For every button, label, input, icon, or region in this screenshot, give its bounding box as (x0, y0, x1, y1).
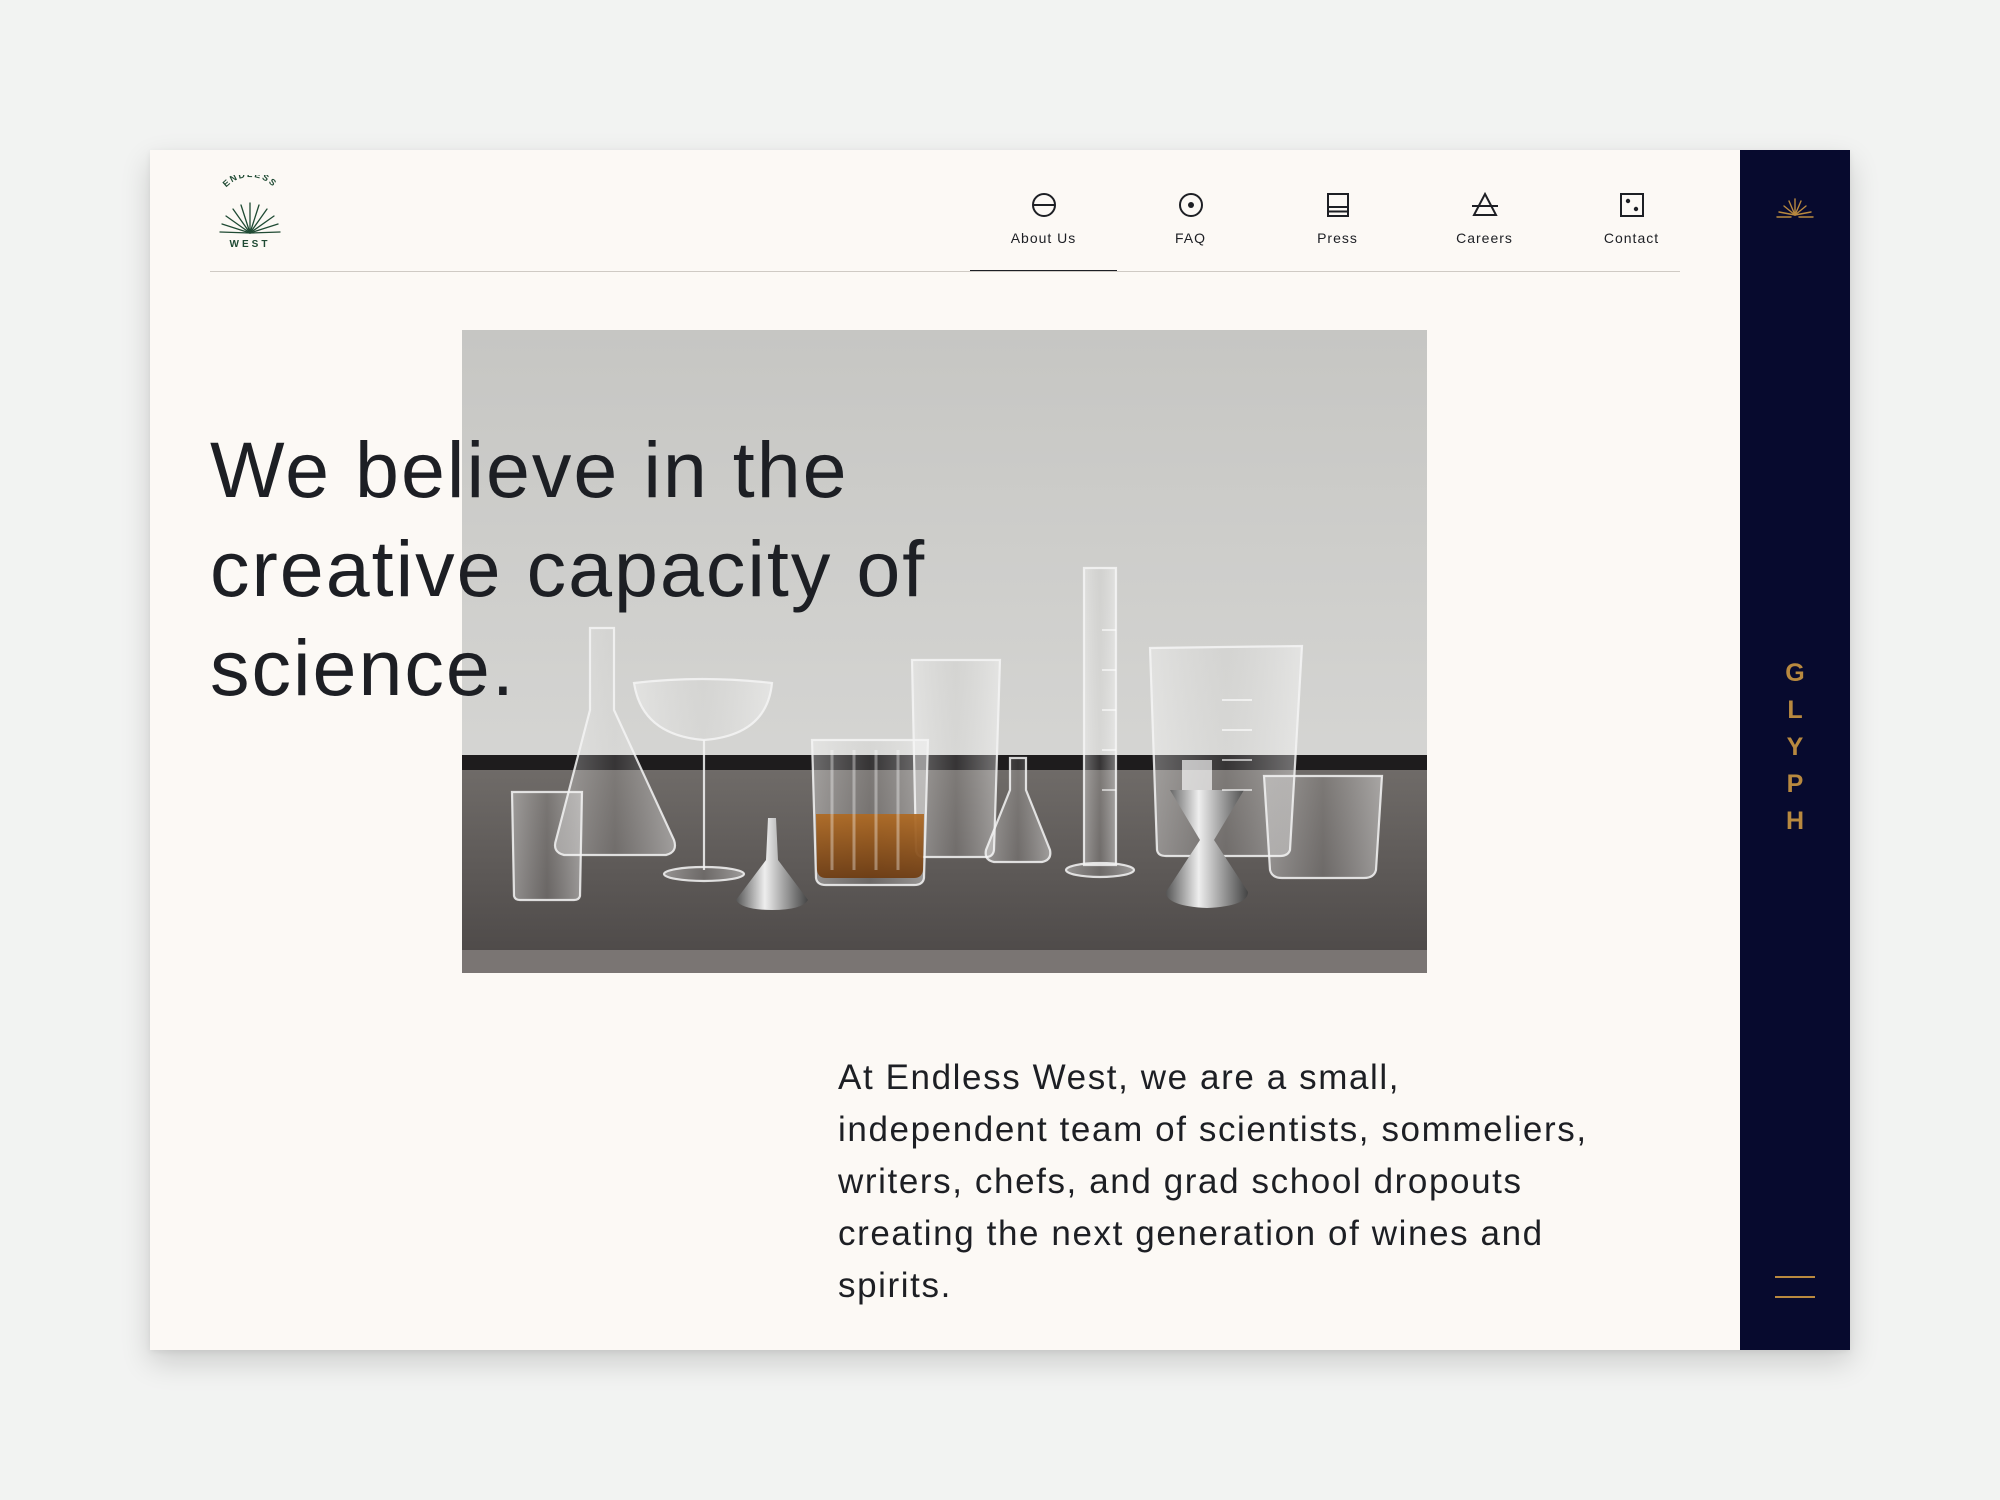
svg-text:ENDLESS: ENDLESS (221, 175, 280, 189)
hero-headline: We believe in the creative capacity of s… (210, 425, 927, 712)
glyph-letter: L (1787, 696, 1803, 724)
nav-item-about-us[interactable]: About Us (970, 190, 1117, 272)
nav-label-faq: FAQ (1174, 230, 1206, 246)
intro-paragraph: At Endless West, we are a small, indepen… (838, 1058, 1588, 1305)
circle-horizontal-line-icon (1031, 193, 1056, 217)
nav-label-about-us: About Us (1010, 230, 1077, 246)
hamburger-menu-icon[interactable] (1775, 1272, 1815, 1302)
logo-bottom-text: WEST (230, 239, 271, 250)
glyph-vertical-wordmark: G L Y P H (1740, 655, 1850, 840)
triangle-crossed-icon (1471, 191, 1498, 216)
endless-west-logo[interactable]: ENDLESS WEST (210, 175, 290, 250)
square-dots-icon (1619, 193, 1644, 217)
logo-top-text: ENDLESS (221, 175, 278, 189)
circle-dot-icon (1178, 193, 1203, 217)
nav-divider (210, 271, 1680, 272)
main-navigation: About Us FAQ Press Careers Contact (970, 190, 1705, 272)
nav-label-contact: Contact (1603, 230, 1660, 246)
glyph-letter: P (1786, 770, 1804, 798)
browser-window: ENDLESS WEST (150, 150, 1850, 1350)
nav-item-contact[interactable]: Contact (1558, 190, 1705, 272)
nav-item-faq[interactable]: FAQ (1117, 190, 1264, 272)
nav-item-careers[interactable]: Careers (1411, 190, 1558, 272)
glyph-letter: Y (1786, 733, 1804, 761)
sunburst-icon[interactable] (1775, 195, 1815, 221)
glyph-letter: H (1785, 807, 1805, 835)
square-lines-icon (1326, 193, 1349, 217)
glyph-letter: G (1785, 659, 1805, 687)
main-content: ENDLESS WEST (150, 150, 1740, 1350)
nav-item-press[interactable]: Press (1264, 190, 1411, 272)
glyph-sidebar: G L Y P H (1740, 150, 1850, 1350)
nav-label-press: Press (1317, 230, 1358, 246)
nav-label-careers: Careers (1456, 230, 1513, 246)
